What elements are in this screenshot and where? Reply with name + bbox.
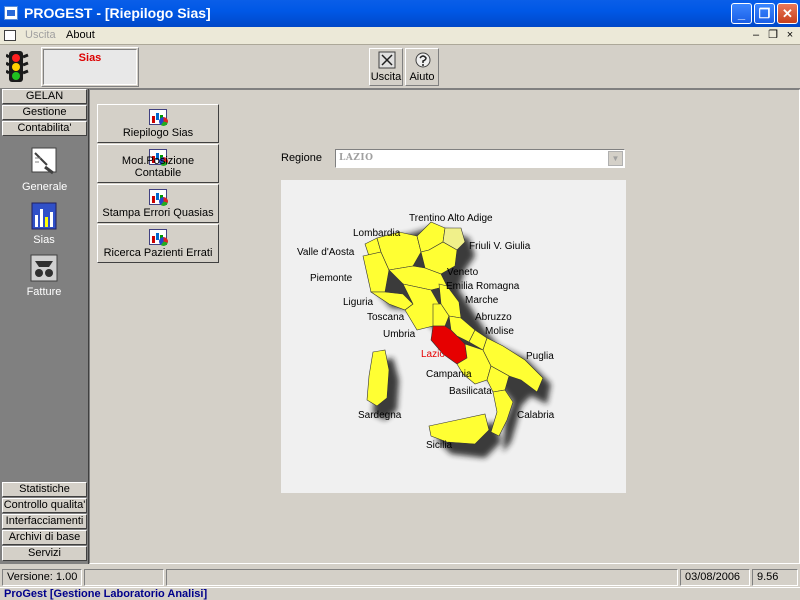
menu-bar: Uscita About – ❐ × [0,27,800,45]
label-abruzzo: Abruzzo [475,312,512,323]
label-campania: Campania [426,369,472,380]
nav-servizi[interactable]: Servizi [2,546,87,561]
help-icon [415,52,431,68]
close-button[interactable]: ✕ [777,3,798,24]
minimize-button[interactable]: _ [731,3,752,24]
version-text: Versione: 1.00 [2,569,82,586]
fatture-label: Fatture [26,286,62,298]
label-sicilia: Sicilia [426,440,453,451]
app-icon[interactable] [4,6,18,20]
menu-uscita[interactable]: Uscita [25,29,56,41]
status-panel-3 [166,569,678,586]
label-valle-daosta: Valle d'Aosta [297,247,355,258]
label-toscana: Toscana [367,312,405,323]
toolbar: Sias Uscita Aiuto [0,45,800,89]
menu-about[interactable]: About [66,29,95,41]
label-puglia: Puglia [526,351,554,362]
nav-statistiche[interactable]: Statistiche [2,482,87,497]
uscita-button[interactable]: Uscita [369,48,403,86]
mdi-child-icon[interactable] [4,30,16,41]
title-bar: PROGEST - [Riepilogo Sias] _ ❐ ✕ [0,0,800,27]
aiuto-button[interactable]: Aiuto [405,48,439,86]
nav-contabilita[interactable]: Contabilita' [2,121,87,136]
label-liguria: Liguria [343,297,373,308]
label-friuli: Friuli V. Giulia [469,241,531,252]
sias-label: Sias [33,234,55,246]
nav-gestione[interactable]: Gestione [2,105,87,120]
mdi-close-button[interactable]: × [782,28,798,42]
chevron-down-icon[interactable]: ▼ [608,151,623,166]
module-indicator: Sias [41,47,139,87]
nav-gelan[interactable]: GELAN [2,89,87,104]
window-title: PROGEST - [Riepilogo Sias] [24,5,211,21]
stampa-errori-quasias-button[interactable]: Stampa Errori Quasias [97,184,219,223]
mdi-restore-button[interactable]: ❐ [765,28,781,42]
label-molise: Molise [485,326,514,337]
app-status-label: ProGest [Gestione Laboratorio Analisi] [0,587,800,600]
traffic-light-icon [5,49,34,83]
uscita-label: Uscita [370,71,402,83]
exit-icon [378,51,396,69]
report-icon [149,189,168,206]
document-icon [31,147,57,175]
label-piemonte: Piemonte [310,273,353,284]
riepilogo-sias-button[interactable]: Riepilogo Sias [97,104,219,143]
regione-value: LAZIO [339,153,374,163]
nav-item-generale[interactable]: Generale [22,146,68,193]
report-icon [149,229,168,246]
nav-archivi-di-base[interactable]: Archivi di base [2,530,87,545]
label-basilicata: Basilicata [449,386,492,397]
generale-label: Generale [22,181,68,193]
module-label: Sias [78,52,102,64]
label-sardegna: Sardegna [358,410,402,421]
label-lombardia: Lombardia [353,228,401,239]
time-text: 9.56 [752,569,798,586]
label-emilia: Emilia Romagna [446,281,520,292]
nav-item-sias[interactable]: Sias [22,201,66,246]
label-marche: Marche [465,295,499,306]
italy-map: Trentino Alto Adige Lombardia Friuli V. … [281,180,626,493]
label-trentino: Trentino Alto Adige [409,213,493,224]
mod-posizione-contabile-button[interactable]: Mod.Posizione Contabile [97,144,219,183]
mdi-minimize-button[interactable]: – [748,28,764,42]
label-veneto: Veneto [447,267,479,278]
aiuto-label: Aiuto [409,71,435,83]
restore-button[interactable]: ❐ [754,3,775,24]
report-icon [149,109,168,126]
regione-label: Regione [281,152,322,164]
nav-controllo-qualita[interactable]: Controllo qualita' [2,498,87,513]
label-umbria: Umbria [383,329,416,340]
date-text: 03/08/2006 [680,569,750,586]
label-lazio: Lazio [421,349,445,360]
status-bar: Versione: 1.00 03/08/2006 9.56 [0,568,800,587]
regione-select[interactable]: LAZIO ▼ [335,149,625,168]
nav-interfacciamenti[interactable]: Interfacciamenti [2,514,87,529]
status-panel-2 [84,569,164,586]
chart-icon [31,202,57,230]
ricerca-pazienti-errati-button[interactable]: Ricerca Pazienti Errati [97,224,219,263]
label-calabria: Calabria [517,410,555,421]
region-sardegna [366,349,390,407]
nav-item-fatture[interactable]: Fatture [22,253,66,298]
invoice-icon [30,254,58,282]
